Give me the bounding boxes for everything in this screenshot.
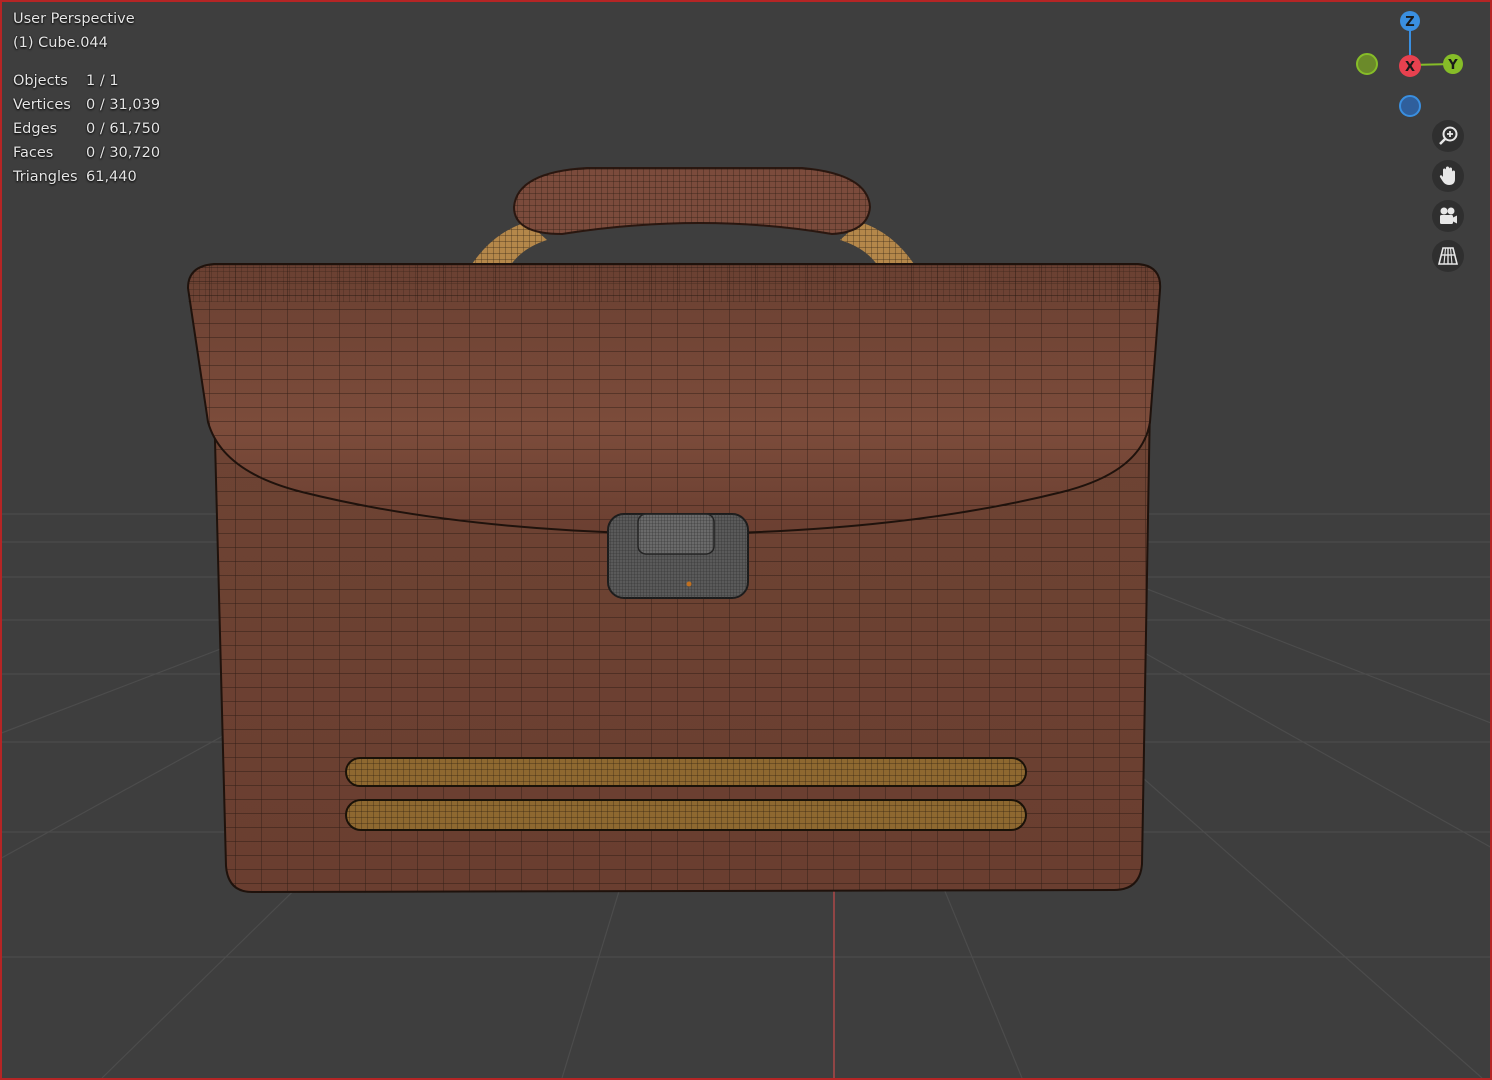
3d-viewport[interactable]: User Perspective (1) Cube.044 Objects 1 … <box>0 0 1492 1080</box>
grid-perspective-icon <box>1437 247 1459 265</box>
gizmo-x-label: X <box>1405 60 1415 75</box>
stat-row-faces: Faces 0 / 30,720 <box>13 141 160 165</box>
camera-icon <box>1440 207 1457 224</box>
stat-value: 1 / 1 <box>86 73 119 89</box>
stat-label: Edges <box>13 121 58 137</box>
stat-value: 0 / 61,750 <box>86 121 161 137</box>
navigation-gizmo[interactable]: Z Y X <box>1342 2 1482 122</box>
stat-value: 0 / 30,720 <box>86 145 161 161</box>
stat-row-objects: Objects 1 / 1 <box>13 69 160 93</box>
gizmo-neg-z-handle[interactable] <box>1399 95 1421 117</box>
pan-button[interactable] <box>1432 160 1464 192</box>
briefcase-flap <box>186 263 1162 536</box>
stat-value: 61,440 <box>86 169 137 185</box>
stat-label: Vertices <box>13 97 71 113</box>
handle-grip <box>512 167 872 236</box>
view-name: User Perspective <box>13 11 135 27</box>
stat-row-edges: Edges 0 / 61,750 <box>13 117 160 141</box>
gizmo-z-label: Z <box>1405 15 1414 30</box>
stat-row-vertices: Vertices 0 / 31,039 <box>13 93 160 117</box>
viewport-scene <box>2 167 1490 1078</box>
zoom-icon <box>1439 126 1458 145</box>
stat-row-triangles: Triangles 61,440 <box>13 165 160 189</box>
hand-pan-icon <box>1439 166 1455 185</box>
gizmo-y-label: Y <box>1447 58 1458 73</box>
viewport-header-info: User Perspective (1) Cube.044 <box>13 7 135 55</box>
active-object-name: (1) Cube.044 <box>13 35 108 51</box>
scene-statistics: Objects 1 / 1 Vertices 0 / 31,039 Edges … <box>13 69 160 189</box>
gizmo-neg-y-handle[interactable] <box>1356 53 1378 75</box>
stat-label: Objects <box>13 73 68 89</box>
briefcase-lock <box>607 513 749 599</box>
zoom-button[interactable] <box>1432 120 1464 152</box>
camera-view-button[interactable] <box>1432 200 1464 232</box>
stat-value: 0 / 31,039 <box>86 97 161 113</box>
stat-label: Triangles <box>13 169 78 185</box>
perspective-toggle-button[interactable] <box>1432 240 1464 272</box>
stat-label: Faces <box>13 145 54 161</box>
